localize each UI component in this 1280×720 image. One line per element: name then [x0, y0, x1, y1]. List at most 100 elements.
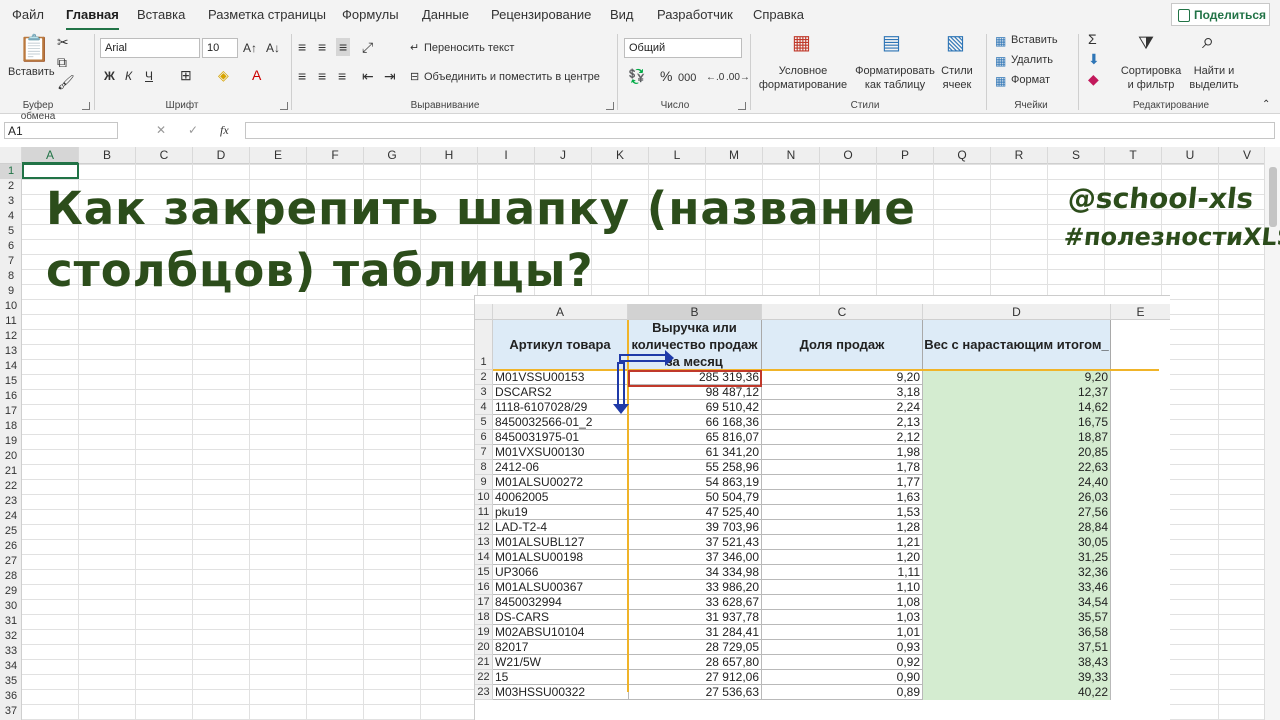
row-header[interactable]: 36 — [0, 689, 22, 704]
row-header[interactable]: 12 — [0, 329, 22, 344]
paste-button[interactable]: Вставить — [8, 66, 55, 78]
increase-font-icon[interactable]: A↑ — [243, 41, 257, 55]
column-header[interactable]: D — [193, 147, 250, 164]
cell-d[interactable]: 40,22 — [922, 685, 1111, 700]
cell-b[interactable]: 37 346,00 — [628, 550, 761, 565]
italic-button[interactable]: К — [125, 69, 132, 83]
cell-c[interactable]: 1,20 — [761, 550, 922, 565]
cell-a[interactable]: pku19 — [494, 505, 627, 520]
cell-a[interactable]: M01ALSU00198 — [494, 550, 627, 565]
cell-a[interactable]: 82017 — [494, 640, 627, 655]
cell-c[interactable]: 1,98 — [761, 445, 922, 460]
cell-a[interactable]: 1118-6107028/29 — [494, 400, 627, 415]
enter-icon[interactable]: ✓ — [188, 123, 198, 137]
cell-b[interactable]: 50 504,79 — [628, 490, 761, 505]
cell-b[interactable]: 27 912,06 — [628, 670, 761, 685]
decrease-font-icon[interactable]: A↓ — [266, 41, 280, 55]
cell-b[interactable]: 65 816,07 — [628, 430, 761, 445]
cell-b[interactable]: 28 657,80 — [628, 655, 761, 670]
cell-b[interactable]: 69 510,42 — [628, 400, 761, 415]
cell-d[interactable]: 38,43 — [922, 655, 1111, 670]
row-header[interactable]: 10 — [0, 299, 22, 314]
cell-d[interactable]: 28,84 — [922, 520, 1111, 535]
format-painter-icon[interactable]: 🖌 — [57, 75, 75, 89]
cell-a[interactable]: 2412-06 — [494, 460, 627, 475]
insert-cells-button[interactable]: Вставить — [1011, 34, 1058, 46]
row-header[interactable]: 4 — [0, 209, 22, 224]
cell-c[interactable]: 1,08 — [761, 595, 922, 610]
column-header[interactable]: H — [421, 147, 478, 164]
row-header[interactable]: 33 — [0, 644, 22, 659]
row-header[interactable]: 5 — [0, 224, 22, 239]
cell-d[interactable]: 22,63 — [922, 460, 1111, 475]
cell-c[interactable]: 2,12 — [761, 430, 922, 445]
cell-b[interactable]: 61 341,20 — [628, 445, 761, 460]
cell-a[interactable]: M01ALSU00272 — [494, 475, 627, 490]
cell-c[interactable]: 1,78 — [761, 460, 922, 475]
column-header[interactable]: E — [250, 147, 307, 164]
row-header[interactable]: 30 — [0, 599, 22, 614]
align-left-icon[interactable]: ≡ — [298, 69, 306, 83]
cell-b[interactable]: 28 729,05 — [628, 640, 761, 655]
autosum-icon[interactable]: Σ — [1088, 32, 1097, 46]
row-header[interactable]: 11 — [0, 314, 22, 329]
column-header[interactable]: R — [991, 147, 1048, 164]
cell-c[interactable]: 1,01 — [761, 625, 922, 640]
row-header[interactable]: 19 — [0, 434, 22, 449]
align-top-icon[interactable]: ≡ — [298, 40, 306, 54]
cell-d[interactable]: 14,62 — [922, 400, 1111, 415]
row-header[interactable]: 34 — [0, 659, 22, 674]
cell-b[interactable]: 33 628,67 — [628, 595, 761, 610]
cell-c[interactable]: 0,90 — [761, 670, 922, 685]
cell-a[interactable]: M03HSSU00322 — [494, 685, 627, 700]
align-bottom-icon[interactable]: ≡ — [336, 38, 351, 56]
row-header[interactable]: 28 — [0, 569, 22, 584]
fill-color-icon[interactable]: ◈ — [218, 68, 229, 82]
column-header[interactable]: A — [22, 147, 79, 164]
cell-d[interactable]: 12,37 — [922, 385, 1111, 400]
cell-c[interactable]: 3,18 — [761, 385, 922, 400]
cell-c[interactable]: 0,92 — [761, 655, 922, 670]
cell-c[interactable]: 1,77 — [761, 475, 922, 490]
cell-a[interactable]: 40062005 — [494, 490, 627, 505]
currency-icon[interactable]: 💱 — [628, 69, 645, 83]
share-button[interactable]: Поделиться — [1171, 3, 1270, 26]
comma-style-icon[interactable]: 000 — [678, 71, 696, 85]
cell-d[interactable]: 37,51 — [922, 640, 1111, 655]
column-header[interactable]: O — [820, 147, 877, 164]
formula-input[interactable] — [245, 122, 1275, 139]
row-header[interactable]: 23 — [0, 494, 22, 509]
column-header[interactable]: I — [478, 147, 535, 164]
cancel-icon[interactable]: ✕ — [156, 123, 166, 137]
row-header[interactable]: 20 — [0, 449, 22, 464]
align-right-icon[interactable]: ≡ — [338, 69, 346, 83]
increase-indent-icon[interactable]: ⇥ — [384, 69, 396, 83]
cell-a[interactable]: 8450032994 — [494, 595, 627, 610]
cell-c[interactable]: 1,53 — [761, 505, 922, 520]
insert-function-icon[interactable]: fx — [220, 123, 229, 138]
tab-file[interactable]: Файл — [12, 7, 44, 22]
row-header[interactable]: 6 — [0, 239, 22, 254]
cell-a[interactable]: LAD-T2-4 — [494, 520, 627, 535]
copy-icon[interactable]: ⧉ — [57, 55, 67, 69]
row-header[interactable]: 22 — [0, 479, 22, 494]
format-as-table-button[interactable]: Форматировать как таблицу — [852, 64, 938, 92]
cell-d[interactable]: 39,33 — [922, 670, 1111, 685]
format-cells-button[interactable]: Формат — [1011, 74, 1050, 86]
tab-data[interactable]: Данные — [422, 7, 469, 22]
row-header[interactable]: 16 — [0, 389, 22, 404]
column-header[interactable]: L — [649, 147, 706, 164]
cell-d[interactable]: 20,85 — [922, 445, 1111, 460]
paste-icon[interactable]: 📋 — [18, 34, 50, 62]
tab-view[interactable]: Вид — [610, 7, 634, 22]
cell-b[interactable]: 31 937,78 — [628, 610, 761, 625]
cell-c[interactable]: 1,03 — [761, 610, 922, 625]
cell-b[interactable]: 37 521,43 — [628, 535, 761, 550]
selected-cell[interactable] — [22, 163, 79, 179]
cell-d[interactable]: 9,20 — [922, 370, 1111, 385]
font-name-select[interactable]: Arial — [100, 38, 200, 58]
alignment-launcher-icon[interactable] — [606, 102, 614, 110]
cell-c[interactable]: 9,20 — [761, 370, 922, 385]
column-header[interactable]: Q — [934, 147, 991, 164]
cell-b[interactable]: 27 536,63 — [628, 685, 761, 700]
